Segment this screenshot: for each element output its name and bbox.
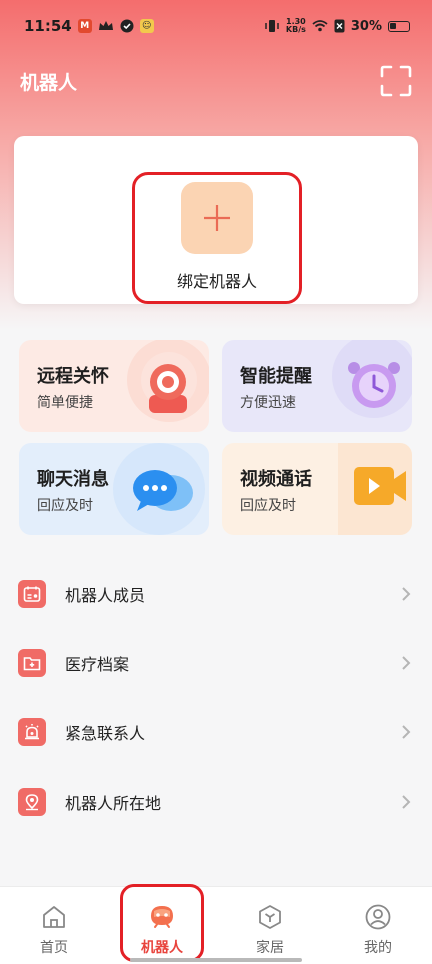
alarm-clock-icon <box>332 340 412 418</box>
crown-icon <box>98 20 114 32</box>
app-header: 机器人 <box>0 56 432 106</box>
alarm-siren-icon <box>18 718 46 746</box>
feature-remote-care[interactable]: 远程关怀 简单便捷 <box>19 340 209 432</box>
feature-chat-messages-subtitle: 回应及时 <box>37 498 93 514</box>
scan-icon[interactable] <box>380 65 412 97</box>
status-bar: 11:54 M ☺ 1.30 KB/s 30% <box>0 0 432 52</box>
tab-smart-home[interactable]: 家居 <box>216 887 324 964</box>
menu-item-robot-location[interactable]: 机器人所在地 <box>0 772 432 832</box>
tab-home-label: 首页 <box>40 940 68 956</box>
video-call-icon <box>338 443 412 535</box>
bottom-tab-bar: 首页 机器人 家居 我的 <box>0 886 432 964</box>
members-calendar-icon <box>18 580 46 608</box>
home-indicator <box>130 958 302 962</box>
tab-robot[interactable]: 机器人 <box>108 887 216 964</box>
page-title: 机器人 <box>20 71 78 94</box>
chevron-right-icon <box>402 656 411 670</box>
tab-profile-label: 我的 <box>364 940 392 956</box>
feature-remote-care-subtitle: 简单便捷 <box>37 395 93 411</box>
menu-label-medical-records: 医疗档案 <box>65 655 130 674</box>
tab-profile[interactable]: 我的 <box>324 887 432 964</box>
chevron-right-icon <box>402 725 411 739</box>
tab-home[interactable]: 首页 <box>0 887 108 964</box>
smart-home-icon <box>259 905 281 929</box>
bind-robot-label: 绑定机器人 <box>176 272 257 291</box>
tab-robot-label: 机器人 <box>141 940 183 956</box>
location-pin-icon <box>18 788 46 816</box>
check-badge-icon <box>120 19 134 33</box>
menu-item-medical-records[interactable]: 医疗档案 <box>0 633 432 693</box>
network-speed: 1.30 KB/s <box>285 17 306 34</box>
robot-icon <box>151 906 173 928</box>
battery-percentage: 30% <box>350 18 382 34</box>
battery-icon <box>388 20 410 32</box>
bind-robot-button[interactable]: 绑定机器人 <box>132 172 302 304</box>
app-notification-icon-2: ☺ <box>139 19 154 33</box>
menu-label-emergency-contact: 紧急联系人 <box>65 724 146 743</box>
feature-video-call-title: 视频通话 <box>240 469 312 490</box>
feature-video-call[interactable]: 视频通话 回应及时 <box>222 443 412 535</box>
chevron-right-icon <box>402 587 411 601</box>
chevron-right-icon <box>402 795 411 809</box>
feature-chat-messages[interactable]: 聊天消息 回应及时 <box>19 443 209 535</box>
menu-item-emergency-contact[interactable]: 紧急联系人 <box>0 702 432 762</box>
menu-label-robot-members: 机器人成员 <box>65 586 146 605</box>
sim-blocked-icon <box>334 19 345 33</box>
bind-robot-card: 绑定机器人 <box>14 136 418 304</box>
wifi-icon <box>312 20 328 32</box>
feature-smart-reminder[interactable]: 智能提醒 方便迅速 <box>222 340 412 432</box>
menu-label-robot-location: 机器人所在地 <box>65 794 162 813</box>
home-icon <box>43 906 65 928</box>
camera-icon <box>127 340 209 422</box>
menu-item-robot-members[interactable]: 机器人成员 <box>0 564 432 624</box>
feature-chat-messages-title: 聊天消息 <box>37 469 109 490</box>
tab-smart-home-label: 家居 <box>256 940 284 956</box>
app-notification-icon: M <box>77 19 92 33</box>
medical-folder-icon <box>18 649 46 677</box>
chat-bubble-icon <box>113 443 205 535</box>
vibrate-icon <box>264 19 280 33</box>
plus-icon <box>181 182 253 254</box>
feature-remote-care-title: 远程关怀 <box>37 366 109 387</box>
feature-smart-reminder-title: 智能提醒 <box>240 366 312 387</box>
feature-smart-reminder-subtitle: 方便迅速 <box>240 395 296 411</box>
feature-video-call-subtitle: 回应及时 <box>240 498 296 514</box>
status-time: 11:54 <box>24 17 72 35</box>
profile-icon <box>365 904 391 930</box>
